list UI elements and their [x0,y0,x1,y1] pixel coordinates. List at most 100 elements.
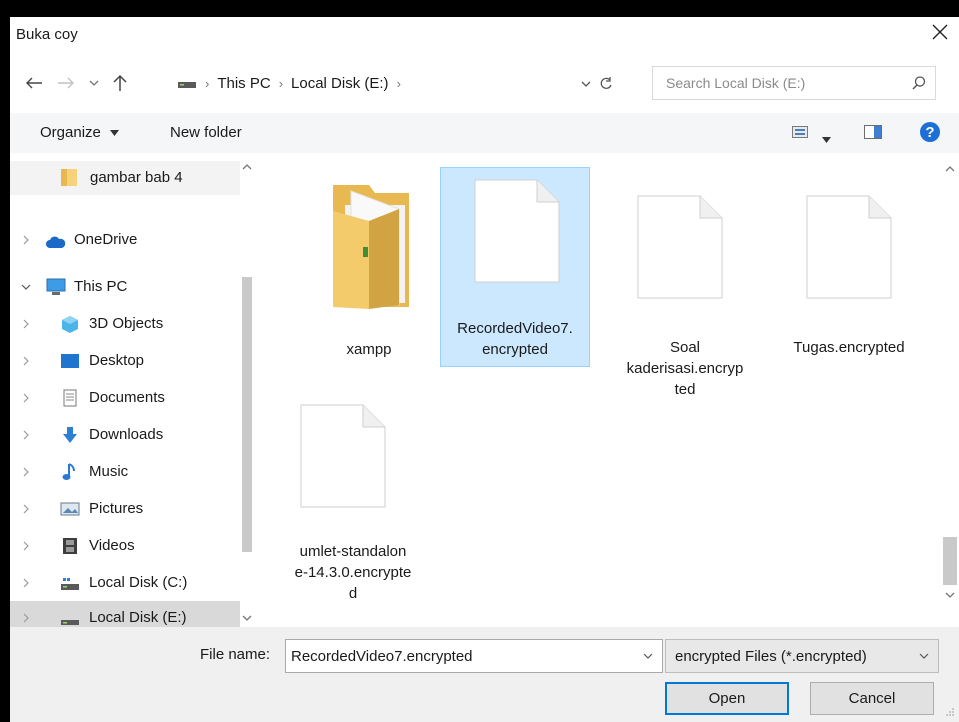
sidebar-item-gambar-bab-4[interactable]: gambar bab 4 [10,161,240,195]
change-view-icon[interactable] [792,125,808,143]
search-placeholder: Search Local Disk (E:) [666,75,806,91]
file-type-value: encrypted Files (*.encrypted) [675,647,867,665]
search-icon[interactable] [911,75,927,91]
chevron-right-icon[interactable] [20,612,32,624]
file-icon [474,179,560,283]
address-bar[interactable]: › This PC › Local Disk (E:) › [168,66,620,100]
chevron-right-icon[interactable] [20,234,32,246]
scroll-down-icon[interactable] [945,591,955,599]
sidebar-item-label: Music [89,463,129,480]
sidebar-item-onedrive[interactable]: OneDrive [10,223,240,257]
sidebar-item-pictures[interactable]: Pictures [10,492,240,526]
drive-icon [178,82,196,88]
file-item-soal-kaderisasi[interactable]: Soal kaderisasi.encryp ted [610,171,760,401]
chevron-right-icon[interactable] [20,577,32,589]
chevron-down-icon[interactable] [20,281,32,293]
cube-icon [62,316,78,333]
file-name-value: RecordedVideo7.encrypted [291,647,473,665]
sidebar-item-label: Desktop [89,352,145,369]
folder-icon [61,169,77,186]
sidebar-item-label: 3D Objects [89,315,164,332]
file-icon [300,404,386,508]
file-list-view: xampp RecordedVideo7. encrypted Soal kad… [254,157,944,627]
title-bar: Buka coy [10,17,959,53]
document-icon [63,389,77,407]
new-folder-button[interactable]: New folder [170,124,242,141]
file-list-scrollbar-thumb[interactable] [943,537,957,585]
navigation-pane: gambar bab 4 OneDrive This PC 3D Objects… [10,157,254,635]
file-item-tugas[interactable]: Tugas.encrypted [774,171,924,371]
scroll-up-icon[interactable] [242,163,252,171]
up-arrow-icon[interactable] [110,73,130,93]
sidebar-item-desktop[interactable]: Desktop [10,344,240,378]
sidebar-item-label: Pictures [89,500,144,517]
view-options-chevron-icon[interactable] [822,130,831,147]
music-icon [62,463,75,480]
scroll-up-icon[interactable] [945,165,955,173]
file-item-umlet-standalone[interactable]: umlet-standalon e-14.3.0.encrypte d [278,397,428,622]
chevron-down-icon [110,130,120,137]
navigation-bar: › This PC › Local Disk (E:) › Search Loc… [10,65,959,101]
resize-grip-icon[interactable] [945,707,955,717]
sidebar-item-label: Videos [89,537,135,554]
breadcrumb-separator: › [205,75,210,91]
chevron-down-icon[interactable] [642,649,654,663]
breadcrumb-separator: › [396,75,401,91]
forward-icon[interactable] [56,73,76,93]
sidebar-item-label: Downloads [89,426,164,443]
back-icon[interactable] [24,73,44,93]
sidebar-item-music[interactable]: Music [10,455,240,489]
file-name-label: File name: [200,646,271,663]
desktop-icon [61,354,79,368]
breadcrumb-this-pc[interactable]: This PC [217,75,270,92]
cloud-icon [46,236,66,248]
sidebar-item-label: gambar bab 4 [90,169,183,186]
chevron-down-icon[interactable] [918,649,930,663]
computer-icon [46,278,66,295]
organize-button[interactable]: Organize [40,124,120,141]
window-title: Buka coy [16,26,78,43]
close-icon[interactable] [929,21,951,43]
sidebar-item-videos[interactable]: Videos [10,529,240,563]
file-item-recordedvideo7[interactable]: RecordedVideo7. encrypted [440,167,590,367]
chevron-right-icon[interactable] [20,503,32,515]
folder-icon [333,185,409,309]
scroll-down-icon[interactable] [242,614,252,622]
chevron-right-icon[interactable] [20,392,32,404]
file-type-select[interactable]: encrypted Files (*.encrypted) [665,639,939,673]
preview-pane-icon[interactable] [864,125,882,143]
breadcrumb-local-disk-e[interactable]: Local Disk (E:) [291,75,389,92]
chevron-right-icon[interactable] [20,318,32,330]
sidebar-item-this-pc[interactable]: This PC [10,270,240,304]
sidebar-item-documents[interactable]: Documents [10,381,240,415]
file-icon [637,195,723,299]
dialog-footer: File name: RecordedVideo7.encrypted encr… [10,627,959,722]
file-item-name: RecordedVideo7. encrypted [457,320,573,358]
refresh-icon[interactable] [599,76,613,92]
sidebar-item-label: This PC [74,278,128,295]
file-name-input[interactable]: RecordedVideo7.encrypted [285,639,663,673]
chevron-right-icon[interactable] [20,540,32,552]
sidebar-item-label: Documents [89,389,165,406]
open-button[interactable]: Open [665,682,789,715]
file-item-name: Tugas.encrypted [793,339,905,356]
file-item-xampp[interactable]: xampp [294,171,444,371]
file-item-name: umlet-standalon e-14.3.0.encrypte d [294,543,412,602]
chevron-right-icon[interactable] [20,355,32,367]
help-icon[interactable]: ? [919,121,941,147]
cancel-button[interactable]: Cancel [810,682,934,715]
sidebar-item-downloads[interactable]: Downloads [10,418,240,452]
breadcrumb-separator: › [278,75,284,91]
file-icon [806,195,892,299]
sidebar-item-local-disk-c[interactable]: Local Disk (C:) [10,566,240,600]
svg-text:?: ? [925,124,934,141]
search-input[interactable]: Search Local Disk (E:) [652,66,936,100]
sidebar-item-3d-objects[interactable]: 3D Objects [10,307,240,341]
recent-locations-chevron-icon[interactable] [84,73,104,93]
address-dropdown-icon[interactable] [581,80,591,88]
chevron-right-icon[interactable] [20,466,32,478]
file-open-dialog: Buka coy › This PC › Local Disk (E:) › S… [10,17,959,722]
navigation-scrollbar-thumb[interactable] [242,277,252,552]
sidebar-item-label: Local Disk (C:) [89,574,188,591]
chevron-right-icon[interactable] [20,429,32,441]
